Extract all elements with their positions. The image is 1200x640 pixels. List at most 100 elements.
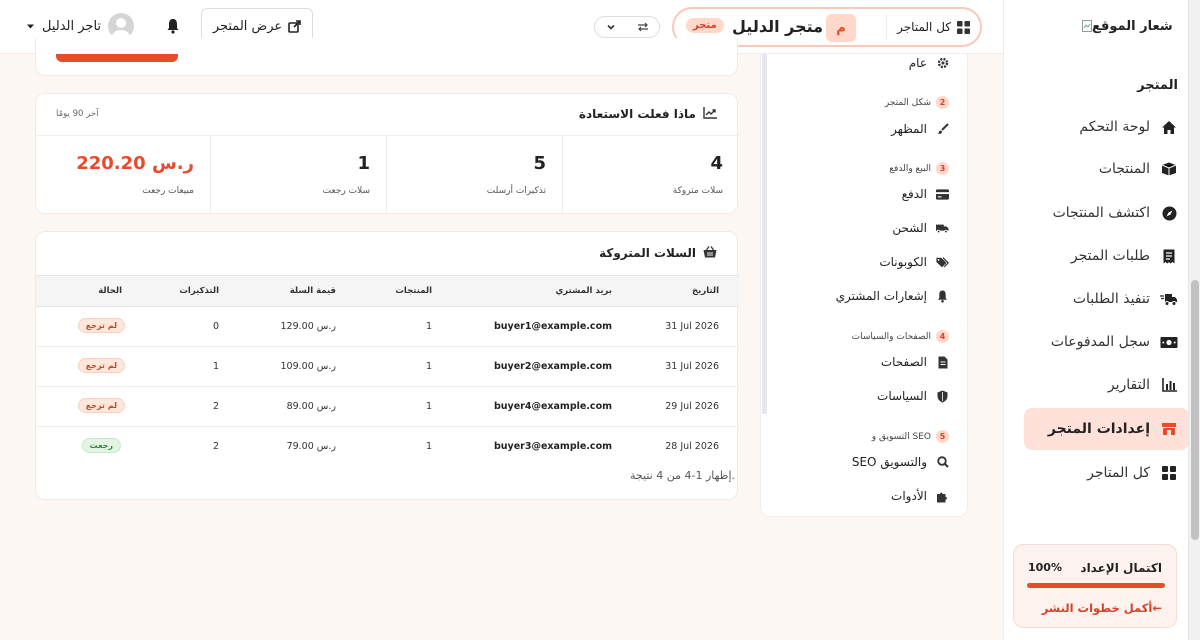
stat-recovered-sales: 220.20 ر.س مبيعات رجعت	[36, 136, 210, 215]
shield-icon	[936, 390, 949, 403]
settings-item-policies[interactable]: السياسات	[877, 389, 949, 403]
language-select[interactable]	[594, 16, 660, 38]
settings-item-pages[interactable]: الصفحات	[881, 355, 949, 369]
settings-item-label: SEO والتسويق	[851, 455, 927, 469]
cell-email: buyer4@example.com	[493, 401, 612, 412]
store-name: متجر الدليل	[732, 17, 824, 36]
credit-card-icon	[936, 188, 949, 201]
avatar	[108, 13, 135, 39]
table-row[interactable]: 31 Jul 2026 buyer2@example.com 1 109.00 …	[36, 347, 739, 387]
cell-date: 31 Jul 2026	[665, 321, 719, 332]
setup-progress-fill	[1027, 583, 1165, 588]
abandoned-carts-card: السلات المتروكة التاريخ بريد المشتري الم…	[35, 231, 739, 500]
settings-nav-scrollbar[interactable]	[762, 54, 767, 414]
sidebar-section-title: المتجر	[1137, 78, 1178, 93]
user-menu[interactable]: تاجر الدليل	[26, 12, 135, 40]
column-header-reminders[interactable]: التذكيرات	[179, 286, 219, 296]
status-badge: لم ترجع	[77, 398, 125, 413]
column-header-email[interactable]: بريد المشتري	[555, 286, 612, 296]
status-badge: لم ترجع	[77, 358, 125, 373]
sidebar-item-products[interactable]: المنتجات	[1028, 151, 1178, 187]
sidebar-item-payments-log[interactable]: سجل المدفوعات	[1028, 324, 1178, 360]
group-title: شكل المتجر	[884, 97, 931, 108]
cell-products: 1	[425, 401, 432, 412]
settings-item-label: عام	[908, 56, 927, 70]
cell-email: buyer3@example.com	[493, 441, 612, 452]
settings-item-seo-marketing[interactable]: SEO والتسويق	[852, 455, 949, 469]
settings-item-buyer-notifications[interactable]: إشعارات المشتري	[836, 289, 949, 303]
group-number: 3	[936, 162, 949, 175]
cell-reminders: 2	[212, 401, 219, 412]
chevron-down-icon	[606, 22, 616, 32]
cell-products: 1	[425, 361, 432, 372]
primary-action-button[interactable]	[56, 54, 178, 62]
sidebar-item-store-orders[interactable]: طلبات المتجر	[1028, 238, 1178, 274]
settings-group-pages: 4 الصفحات والسياسات	[852, 330, 949, 343]
bell-icon	[936, 290, 949, 303]
settings-item-theme[interactable]: المظهر	[891, 122, 949, 136]
group-title: الصفحات والسياسات	[851, 331, 931, 342]
column-header-date[interactable]: التاريخ	[692, 286, 719, 296]
all-stores-button[interactable]: كل المتاجر	[886, 14, 970, 40]
logo-label: شعار الموقع	[1092, 18, 1173, 34]
sidebar-item-fulfillment[interactable]: تنفيذ الطلبات	[1028, 281, 1178, 317]
page-scrollbar[interactable]	[1188, 0, 1200, 640]
stat-value: 1	[357, 153, 370, 174]
sidebar-item-store-settings[interactable]: إعدادات المتجر	[1024, 408, 1189, 450]
settings-item-coupons[interactable]: الكوبونات	[879, 255, 949, 269]
store-icon	[1160, 420, 1178, 438]
site-logo[interactable]: شعار الموقع	[1080, 14, 1180, 38]
column-header-cart-value[interactable]: قيمة السلة	[290, 286, 336, 296]
partial-card	[35, 38, 738, 76]
receipt-icon	[1160, 247, 1178, 265]
sidebar-item-label: كل المتاجر	[1087, 465, 1150, 481]
sidebar-item-dashboard[interactable]: لوحة التحكم	[1028, 109, 1178, 145]
carts-title: السلات المتروكة	[599, 246, 717, 260]
bell-icon[interactable]	[166, 18, 182, 34]
table-row[interactable]: 28 Jul 2026 buyer3@example.com 1 79.00 ر…	[36, 427, 739, 467]
sidebar-item-label: سجل المدفوعات	[1050, 334, 1150, 350]
stat-label: سلات متروكة	[672, 186, 723, 196]
cell-date: 28 Jul 2026	[665, 441, 719, 452]
trend-up-icon	[703, 107, 717, 121]
tags-icon	[936, 256, 949, 269]
truck-icon	[936, 222, 949, 235]
settings-item-label: إشعارات المشتري	[835, 289, 927, 303]
date-range-note: آخر 90 يومًا	[56, 109, 99, 119]
column-header-products[interactable]: المنتجات	[395, 286, 432, 296]
cell-cart-value: 129.00 ر.س	[280, 321, 336, 332]
compass-icon	[1160, 204, 1178, 222]
cell-products: 1	[425, 441, 432, 452]
settings-nav: عام 2 شكل المتجر المظهر 3 البيع والدفع ا…	[760, 54, 968, 517]
pagination-summary: إظهار 1-4 من 4 نتيجة.	[630, 469, 735, 482]
sidebar-item-label: لوحة التحكم	[1079, 119, 1150, 135]
sidebar-item-discover-products[interactable]: اكتشف المنتجات	[1028, 195, 1178, 231]
settings-item-label: الصفحات	[880, 355, 927, 369]
sidebar-item-all-stores[interactable]: كل المتاجر	[1028, 455, 1178, 491]
column-header-status[interactable]: الحالة	[98, 286, 122, 296]
sidebar-item-reports[interactable]: التقارير	[1028, 367, 1178, 403]
all-stores-label: كل المتاجر	[897, 20, 951, 34]
settings-item-payment[interactable]: الدفع	[902, 187, 949, 201]
basket-icon	[703, 246, 717, 260]
gear-icon	[936, 57, 949, 70]
complete-publish-steps-link[interactable]: أكمل خطوات النشر←	[1042, 601, 1162, 615]
settings-item-shipping[interactable]: الشحن	[892, 221, 949, 235]
file-icon	[936, 356, 949, 369]
external-link-icon	[288, 19, 301, 33]
sidebar-item-label: المنتجات	[1098, 161, 1150, 177]
table-header: التاريخ بريد المشتري المنتجات قيمة السلة…	[36, 275, 739, 307]
sidebar-item-label: تنفيذ الطلبات	[1072, 291, 1150, 307]
grid-icon	[1160, 464, 1178, 482]
table-row[interactable]: 31 Jul 2026 buyer1@example.com 1 129.00 …	[36, 307, 739, 347]
table-row[interactable]: 29 Jul 2026 buyer4@example.com 1 89.00 ر…	[36, 387, 739, 427]
status-badge: رجعت	[81, 438, 121, 453]
settings-item-tools[interactable]: الأدوات	[891, 489, 949, 503]
settings-group-marketing: 5 التسويق و SEO	[872, 430, 949, 443]
carts-title-label: السلات المتروكة	[599, 246, 696, 260]
settings-group-sales: 3 البيع والدفع	[889, 162, 949, 175]
settings-item-general[interactable]: عام	[909, 56, 949, 70]
settings-item-label: الكوبونات	[879, 255, 927, 269]
broken-image-icon	[1082, 20, 1092, 32]
scrollbar-thumb[interactable]	[1191, 280, 1199, 540]
